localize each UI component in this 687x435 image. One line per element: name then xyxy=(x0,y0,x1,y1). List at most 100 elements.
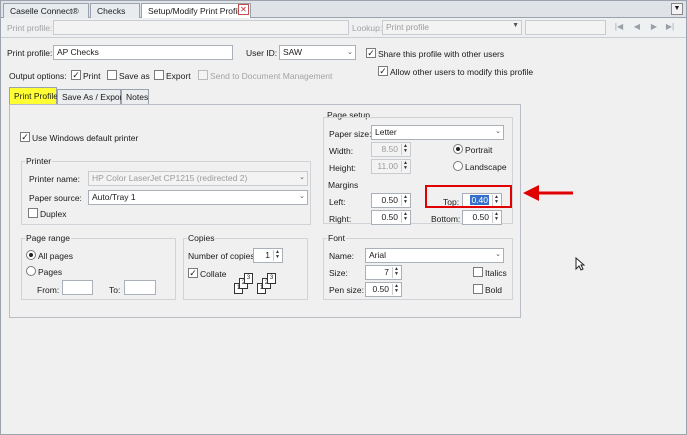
printer-name-value: HP Color LaserJet CP1215 (redirected 2) xyxy=(92,173,248,183)
share-profile-checkbox[interactable]: ✓ xyxy=(366,48,376,58)
chevron-down-icon: ⌄ xyxy=(299,193,305,200)
tab-checks[interactable]: Checks xyxy=(90,3,140,18)
output-options-label: Output options: xyxy=(9,71,67,81)
height-label: Height: xyxy=(329,163,356,173)
left-margin-label: Left: xyxy=(329,197,346,207)
tab-save-as-export[interactable]: Save As / Export xyxy=(57,89,125,104)
printer-name-select[interactable]: HP Color LaserJet CP1215 (redirected 2) … xyxy=(88,171,308,186)
font-name-label: Name: xyxy=(329,251,355,261)
chevron-down-icon: ⌄ xyxy=(299,174,305,181)
tab-print-profile[interactable]: Print Profile xyxy=(9,87,58,105)
tab-list-dropdown-icon[interactable]: ▼ xyxy=(671,3,683,15)
from-page-input[interactable] xyxy=(62,280,93,295)
user-id-label: User ID: xyxy=(246,48,278,58)
next-record-icon[interactable]: ▶ xyxy=(648,21,660,33)
user-id-select[interactable]: SAW ⌄ xyxy=(279,45,356,60)
font-name-select[interactable]: Arial ⌄ xyxy=(365,248,504,263)
pages-label: Pages xyxy=(38,267,63,277)
output-export-checkbox[interactable] xyxy=(154,70,164,80)
user-id-value: SAW xyxy=(283,47,303,57)
spinner-arrows-icon[interactable]: ▲ ▼ xyxy=(273,250,281,261)
highlight-box xyxy=(425,185,512,208)
tab-label: Notes xyxy=(126,92,149,102)
copies-title: Copies xyxy=(187,233,216,243)
bold-label: Bold xyxy=(485,285,503,295)
lookup-print-profile-input[interactable] xyxy=(53,20,349,35)
right-margin-label: Right: xyxy=(329,214,352,224)
italics-label: Italics xyxy=(485,268,507,278)
output-save-as-checkbox[interactable] xyxy=(107,70,117,80)
chevron-down-icon: ⌄ xyxy=(347,49,353,56)
paper-source-select[interactable]: Auto/Tray 1 ⌄ xyxy=(88,190,308,205)
bottom-margin-spinner[interactable]: 0.50 ▲ ▼ xyxy=(462,210,502,225)
number-of-copies-label: Number of copies: xyxy=(188,251,257,261)
mouse-cursor-icon xyxy=(575,257,585,271)
to-page-input[interactable] xyxy=(124,280,156,295)
spinner-arrows-icon[interactable]: ▲ ▼ xyxy=(401,195,409,206)
right-margin-spinner[interactable]: 0.50 ▲ ▼ xyxy=(371,210,411,225)
italics-checkbox[interactable] xyxy=(473,267,483,277)
bold-checkbox[interactable] xyxy=(473,284,483,294)
width-spinner[interactable]: 8.50 ▲ ▼ xyxy=(371,142,411,157)
number-of-copies-spinner[interactable]: 1 ▲ ▼ xyxy=(253,248,283,263)
use-default-printer-label: Use Windows default printer xyxy=(32,133,139,143)
copies-group: Copies Number of copies: 1 ▲ ▼ ✓ Collate … xyxy=(183,233,308,300)
all-pages-radio[interactable] xyxy=(26,250,36,260)
tab-notes[interactable]: Notes xyxy=(121,89,149,104)
collate-label: Collate xyxy=(200,269,227,279)
first-record-icon[interactable]: |◀ xyxy=(613,21,625,33)
previous-record-icon[interactable]: ◀ xyxy=(631,21,643,33)
close-tab-icon[interactable]: ✕ xyxy=(238,4,249,15)
to-label: To: xyxy=(109,285,121,295)
spinner-arrows-icon[interactable]: ▲ ▼ xyxy=(392,267,400,278)
lookup-select-value: Print profile xyxy=(386,22,429,32)
tab-label: Setup/Modify Print Profiles xyxy=(148,6,249,16)
allow-modify-label: Allow other users to modify this profile xyxy=(390,67,534,77)
output-export-label: Export xyxy=(166,71,191,81)
lookup-search-input[interactable] xyxy=(525,20,606,35)
paper-size-select[interactable]: Letter ⌄ xyxy=(371,125,504,140)
tab-label: Checks xyxy=(97,6,126,16)
width-value: 8.50 xyxy=(381,144,398,154)
paper-size-value: Letter xyxy=(375,127,397,137)
print-profiles-window: Caselle Connect® Checks Setup/Modify Pri… xyxy=(0,0,687,435)
height-spinner[interactable]: 11.00 ▲ ▼ xyxy=(371,159,411,174)
chevron-down-icon: ▼ xyxy=(512,22,519,29)
font-size-label: Size: xyxy=(329,268,348,278)
allow-modify-checkbox[interactable]: ✓ xyxy=(378,66,388,76)
left-margin-spinner[interactable]: 0.50 ▲ ▼ xyxy=(371,193,411,208)
spinner-arrows-icon[interactable]: ▲ ▼ xyxy=(392,284,400,295)
use-default-printer-checkbox[interactable]: ✓ xyxy=(20,132,30,142)
tab-caselle-connect[interactable]: Caselle Connect® xyxy=(3,3,89,18)
duplex-checkbox[interactable] xyxy=(28,208,38,218)
tab-setup-modify-print-profiles[interactable]: Setup/Modify Print Profiles xyxy=(141,3,251,19)
output-save-as-label: Save as xyxy=(119,71,150,81)
portrait-radio[interactable] xyxy=(453,144,463,154)
pages-radio[interactable] xyxy=(26,266,36,276)
collate-checkbox[interactable]: ✓ xyxy=(188,268,198,278)
spinner-arrows-icon[interactable]: ▲ ▼ xyxy=(401,161,409,172)
font-name-value: Arial xyxy=(369,250,387,260)
document-tab-strip: Caselle Connect® Checks Setup/Modify Pri… xyxy=(1,1,686,19)
output-docmgmt-checkbox[interactable] xyxy=(198,70,208,80)
pen-size-spinner[interactable]: 0.50 ▲ ▼ xyxy=(365,282,402,297)
share-profile-label: Share this profile with other users xyxy=(378,49,505,59)
tab-label: Print Profile xyxy=(14,91,58,101)
font-size-spinner[interactable]: 7 ▲ ▼ xyxy=(365,265,402,280)
spinner-arrows-icon[interactable]: ▲ ▼ xyxy=(492,212,500,223)
font-title: Font xyxy=(327,233,347,243)
output-print-checkbox[interactable]: ✓ xyxy=(71,70,81,80)
printer-name-label: Printer name: xyxy=(29,174,81,184)
tab-label: Save As / Export xyxy=(62,92,125,102)
page-range-group: Page range All pages Pages From: To: xyxy=(21,233,176,300)
landscape-radio[interactable] xyxy=(453,161,463,171)
lookup-select[interactable]: Print profile ▼ xyxy=(382,20,522,35)
spinner-arrows-icon[interactable]: ▲ ▼ xyxy=(401,212,409,223)
left-margin-value: 0.50 xyxy=(381,195,398,205)
print-profile-input[interactable]: AP Checks xyxy=(53,45,233,60)
height-value: 11.00 xyxy=(377,161,398,171)
printer-group: Printer Printer name: HP Color LaserJet … xyxy=(21,156,311,225)
last-record-icon[interactable]: ▶| xyxy=(664,21,676,33)
lookup-print-profile-label: Print profile: xyxy=(7,23,53,33)
spinner-arrows-icon[interactable]: ▲ ▼ xyxy=(401,144,409,155)
